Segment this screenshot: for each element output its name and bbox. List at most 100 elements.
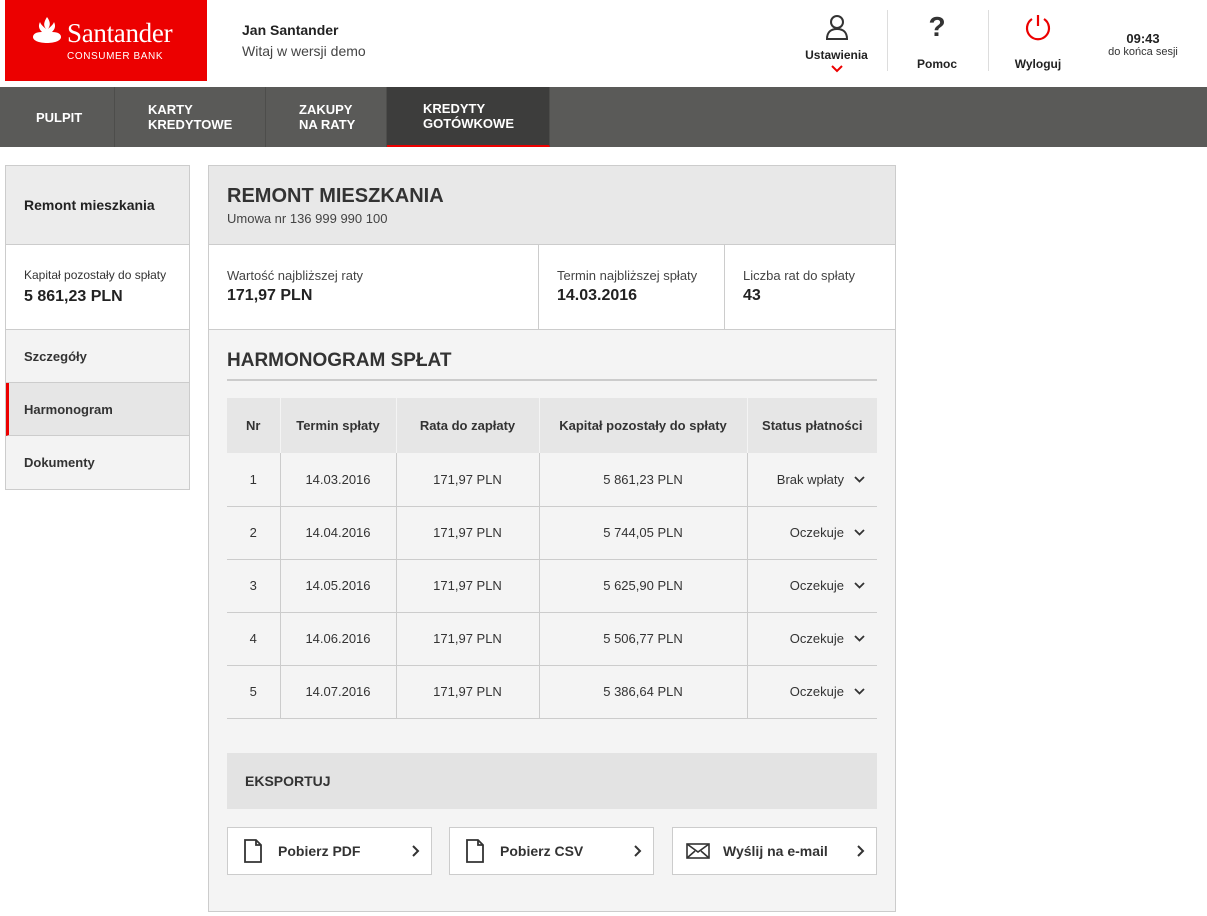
nav-item-label: KARTY	[148, 102, 193, 117]
send-email-button[interactable]: Wyślij na e-mail	[672, 827, 877, 875]
settings-label: Ustawienia	[805, 48, 868, 62]
loan-header: REMONT MIESZKANIA Umowa nr 136 999 990 1…	[209, 166, 895, 245]
status-text: Oczekuje	[789, 631, 844, 646]
row-capital: 5 625,90 PLN	[538, 559, 747, 613]
table-row: 4 14.06.2016 171,97 PLN 5 506,77 PLN Oczekuj…	[227, 612, 877, 666]
stat-label: Wartość najbliższej raty	[227, 268, 364, 283]
table-row: 2 14.04.2016 171,97 PLN 5 744,05 PLN Oczekuj…	[227, 506, 877, 560]
chevron-down-icon[interactable]	[854, 582, 865, 589]
column-header: Kapitał pozostały do spłaty	[538, 398, 747, 453]
session-timer: 09:43 do końca sesji	[1106, 31, 1180, 58]
user-icon	[825, 15, 848, 40]
chevron-right-icon	[634, 845, 642, 857]
row-number: 4	[227, 612, 280, 666]
schedule-table: Nr Termin spłaty Rata do zapłaty Kapitał…	[227, 398, 877, 719]
contract-number: Umowa nr 136 999 990 100	[227, 211, 388, 226]
nav-item-label: GOTÓWKOWE	[423, 116, 514, 131]
loan-stats: Wartość najbliższej raty 171,97 PLN Term…	[209, 245, 895, 330]
logout-label: Wyloguj	[1014, 57, 1062, 71]
table-row: 3 14.05.2016 171,97 PLN 5 625,90 PLN Oczekuj…	[227, 559, 877, 613]
stat-remaining-count: Liczba rat do spłaty 43	[724, 245, 895, 329]
user-greeting: Witaj w wersji demo	[242, 43, 366, 59]
nav-item-karty-kredytowe[interactable]: KARTY KREDYTOWE	[115, 87, 266, 147]
nav-item-label: ZAKUPY	[299, 102, 353, 117]
brand-name: Santander	[67, 18, 173, 48]
sidebar-item-dokumenty[interactable]: Dokumenty	[6, 436, 189, 489]
sidebar-capital: Kapitał pozostały do spłaty 5 861,23 PLN	[6, 245, 189, 330]
sidebar-item-harmonogram[interactable]: Harmonogram	[6, 383, 189, 436]
loan-panel: REMONT MIESZKANIA Umowa nr 136 999 990 1…	[208, 165, 896, 912]
help-button[interactable]: ? Pomoc	[905, 10, 969, 72]
stat-next-installment: Wartość najbliższej raty 171,97 PLN	[209, 245, 538, 329]
chevron-down-icon[interactable]	[854, 476, 865, 483]
stat-value: 14.03.2016	[557, 287, 638, 304]
row-status[interactable]: Oczekuje	[746, 559, 877, 613]
download-csv-button[interactable]: Pobierz CSV	[449, 827, 654, 875]
session-time: 09:43	[1126, 31, 1160, 46]
stat-label: Liczba rat do spłaty	[743, 268, 856, 283]
document-icon	[244, 839, 262, 863]
app-header: Santander CONSUMER BANK Jan Santander Wi…	[0, 0, 1207, 87]
row-date: 14.06.2016	[279, 612, 396, 666]
nav-item-pulpit[interactable]: PULPIT	[0, 87, 115, 147]
settings-button[interactable]: Ustawienia	[800, 10, 873, 73]
row-date: 14.03.2016	[279, 453, 396, 507]
status-text: Brak wpłaty	[776, 471, 844, 487]
nav-item-label: KREDYTY	[423, 101, 486, 116]
column-header: Nr	[227, 398, 280, 453]
stat-value: 43	[743, 287, 761, 304]
row-amount: 171,97 PLN	[395, 453, 539, 507]
row-date: 14.07.2016	[279, 665, 396, 719]
row-status[interactable]: Oczekuje	[746, 665, 877, 719]
sidebar-title: Remont mieszkania	[6, 166, 189, 245]
download-pdf-button[interactable]: Pobierz PDF	[227, 827, 432, 875]
row-number: 3	[227, 559, 280, 613]
user-name: Jan Santander	[242, 22, 339, 38]
stat-value: 171,97 PLN	[227, 287, 313, 304]
header-divider	[988, 10, 989, 71]
main-nav: PULPIT KARTY KREDYTOWE ZAKUPY NA RATY KR…	[0, 87, 1207, 147]
status-text: Oczekuje	[789, 578, 844, 593]
row-number: 5	[227, 665, 280, 719]
chevron-right-icon	[857, 845, 865, 857]
chevron-down-icon[interactable]	[854, 529, 865, 536]
row-date: 14.04.2016	[279, 506, 396, 560]
capital-label: Kapitał pozostały do spłaty	[24, 268, 167, 282]
nav-item-label: PULPIT	[36, 109, 83, 125]
column-header: Rata do zapłaty	[395, 398, 539, 453]
capital-value: 5 861,23 PLN	[24, 288, 123, 305]
row-amount: 171,97 PLN	[395, 612, 539, 666]
santander-logo[interactable]: Santander CONSUMER BANK	[5, 0, 207, 81]
nav-item-label: KREDYTOWE	[148, 117, 233, 132]
column-header: Status płatności	[746, 398, 877, 453]
status-text: Oczekuje	[789, 684, 844, 699]
question-icon: ?	[928, 11, 946, 42]
nav-item-zakupy-na-raty[interactable]: ZAKUPY NA RATY	[266, 87, 387, 147]
table-row: 5 14.07.2016 171,97 PLN 5 386,64 PLN Oczekuj…	[227, 665, 877, 719]
logout-button[interactable]: Wyloguj	[1006, 10, 1070, 72]
row-status[interactable]: Oczekuje	[746, 612, 877, 666]
export-title: EKSPORTUJ	[227, 753, 877, 809]
schedule-title: HARMONOGRAM SPŁAT	[227, 350, 877, 381]
status-text: Oczekuje	[789, 525, 844, 540]
help-label: Pomoc	[916, 57, 957, 71]
nav-item-kredyty-gotowkowe[interactable]: KREDYTY GOTÓWKOWE	[387, 87, 550, 147]
row-amount: 171,97 PLN	[395, 665, 539, 719]
send-email-label: Wyślij na e-mail	[723, 843, 828, 859]
sidebar-item-szczegoly[interactable]: Szczegóły	[6, 330, 189, 383]
row-status[interactable]: Oczekuje	[746, 506, 877, 560]
table-row: 1 14.03.2016 171,97 PLN 5 861,23 PLN Brak wp…	[227, 453, 877, 507]
row-amount: 171,97 PLN	[395, 559, 539, 613]
flame-icon	[33, 17, 61, 43]
chevron-down-icon[interactable]	[854, 635, 865, 642]
stat-label: Termin najbliższej spłaty	[557, 268, 698, 283]
nav-item-label: NA RATY	[299, 117, 356, 132]
session-label: do końca sesji	[1108, 46, 1178, 58]
row-capital: 5 506,77 PLN	[538, 612, 747, 666]
row-status[interactable]: Brak wpłaty	[746, 453, 877, 507]
user-info: Jan Santander Witaj w wersji demo	[242, 22, 366, 59]
envelope-icon	[686, 843, 710, 859]
chevron-down-icon[interactable]	[854, 688, 865, 695]
power-icon	[1025, 15, 1051, 41]
row-capital: 5 861,23 PLN	[538, 453, 747, 507]
